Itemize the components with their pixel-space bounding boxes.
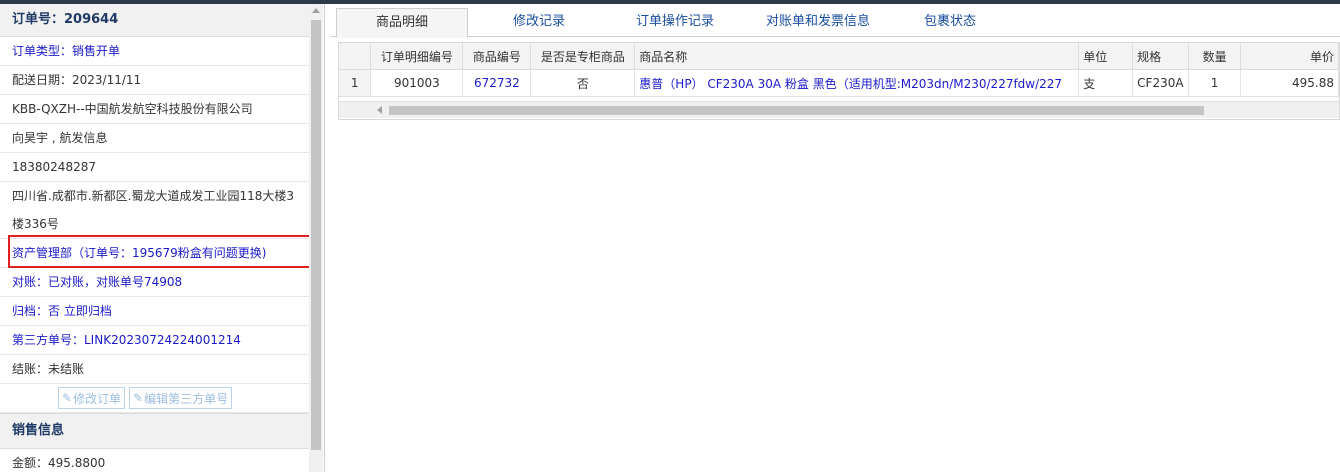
edit-third-party-button[interactable]: ✎ 编辑第三方单号 [129, 387, 233, 409]
col-header-counter[interactable]: 是否是专柜商品 [530, 43, 636, 70]
cell-counter: 否 [530, 69, 636, 97]
archive-status: 归档：否 立即归档 [0, 297, 309, 326]
edit-icon: ✎ [133, 391, 144, 405]
order-type: 订单类型：销售开单 [0, 37, 309, 66]
col-header-product-name[interactable]: 商品名称 [634, 43, 1080, 70]
order-actions: ✎ 修改订单 ✎ 编辑第三方单号 [0, 384, 309, 413]
third-party-number: 第三方单号：LINK20230724224001214 [0, 326, 309, 355]
cell-product-name[interactable]: 惠普（HP） CF230A 30A 粉盒 黑色（适用机型:M203dn/M230… [634, 69, 1080, 97]
edit-order-button[interactable]: ✎ 修改订单 [58, 387, 126, 409]
col-header-qty[interactable]: 数量 [1188, 43, 1242, 70]
col-header-spec[interactable]: 规格 [1132, 43, 1190, 70]
contact-person: 向昊宇 , 航发信息 [0, 124, 309, 153]
delivery-date: 配送日期：2023/11/11 [0, 66, 309, 95]
cell-unit: 支 [1078, 69, 1134, 97]
cell-spec: CF230A [1132, 69, 1190, 97]
left-scrollbar[interactable] [309, 4, 323, 472]
cell-detail-no: 901003 [370, 69, 464, 97]
settle-value: 未结账 [48, 362, 85, 376]
tab-order-operations[interactable]: 订单操作记录 [620, 8, 730, 36]
order-number-header: 订单号：209644 [0, 4, 309, 37]
row-index: 1 [339, 69, 372, 97]
contact-phone: 18380248287 [0, 153, 309, 182]
reconcile-value[interactable]: 已对账，对账单号74908 [48, 275, 182, 289]
tab-product-details[interactable]: 商品明细 [336, 8, 468, 38]
order-info-panel: 订单号：209644 订单类型：销售开单 配送日期：2023/11/11 KBB… [0, 4, 325, 472]
tab-edit-history[interactable]: 修改记录 [484, 8, 594, 36]
highlight-box [8, 235, 318, 268]
customer-name: KBB-QXZH--中国航发航空科技股份有限公司 [0, 95, 309, 124]
table-header-row: 订单明细编号 商品编号 是否是专柜商品 商品名称 单位 规格 数量 单价 [339, 43, 1339, 70]
scroll-thumb[interactable] [311, 20, 321, 450]
reconcile-label: 对账： [12, 275, 49, 289]
cell-price: 495.88 [1240, 69, 1339, 97]
reconcile-status: 对账：已对账，对账单号74908 [0, 268, 309, 297]
edit-icon: ✎ [62, 391, 73, 405]
archive-value[interactable]: 否 立即归档 [48, 304, 112, 318]
hscroll-thumb[interactable] [389, 106, 1204, 115]
table-hscrollbar[interactable] [339, 101, 1339, 118]
archive-label: 归档： [12, 304, 49, 318]
cell-product-no[interactable]: 672732 [462, 69, 532, 97]
product-table: 订单明细编号 商品编号 是否是专柜商品 商品名称 单位 规格 数量 单价 1 9… [338, 42, 1340, 120]
sales-amount: 金额：495.8800 [0, 449, 309, 472]
settle-status: 结账：未结账 [0, 355, 309, 384]
scroll-up-icon[interactable] [312, 8, 320, 13]
details-panel: 商品明细 修改记录 订单操作记录 对账单和发票信息 包裹状态 订单明细编号 商品… [330, 4, 1340, 472]
tab-statements-invoices[interactable]: 对账单和发票信息 [748, 8, 888, 36]
col-header-index [339, 43, 372, 70]
edit-order-label: 修改订单 [73, 391, 122, 406]
col-header-price[interactable]: 单价 [1240, 43, 1339, 70]
table-row[interactable]: 1 901003 672732 否 惠普（HP） CF230A 30A 粉盒 黑… [339, 69, 1339, 97]
col-header-unit[interactable]: 单位 [1078, 43, 1134, 70]
col-header-product-no[interactable]: 商品编号 [462, 43, 532, 70]
cell-qty: 1 [1188, 69, 1242, 97]
col-header-detail-no[interactable]: 订单明细编号 [370, 43, 464, 70]
tab-bar: 商品明细 修改记录 订单操作记录 对账单和发票信息 包裹状态 [330, 4, 1340, 38]
delivery-address: 四川省.成都市.新都区.蜀龙大道成发工业园118大楼3楼336号 [0, 182, 309, 239]
settle-label: 结账： [12, 362, 49, 376]
sales-info-header: 销售信息 [0, 413, 309, 449]
edit-third-party-label: 编辑第三方单号 [144, 391, 229, 406]
scroll-left-icon[interactable] [377, 106, 382, 114]
tab-package-status[interactable]: 包裹状态 [905, 8, 995, 36]
